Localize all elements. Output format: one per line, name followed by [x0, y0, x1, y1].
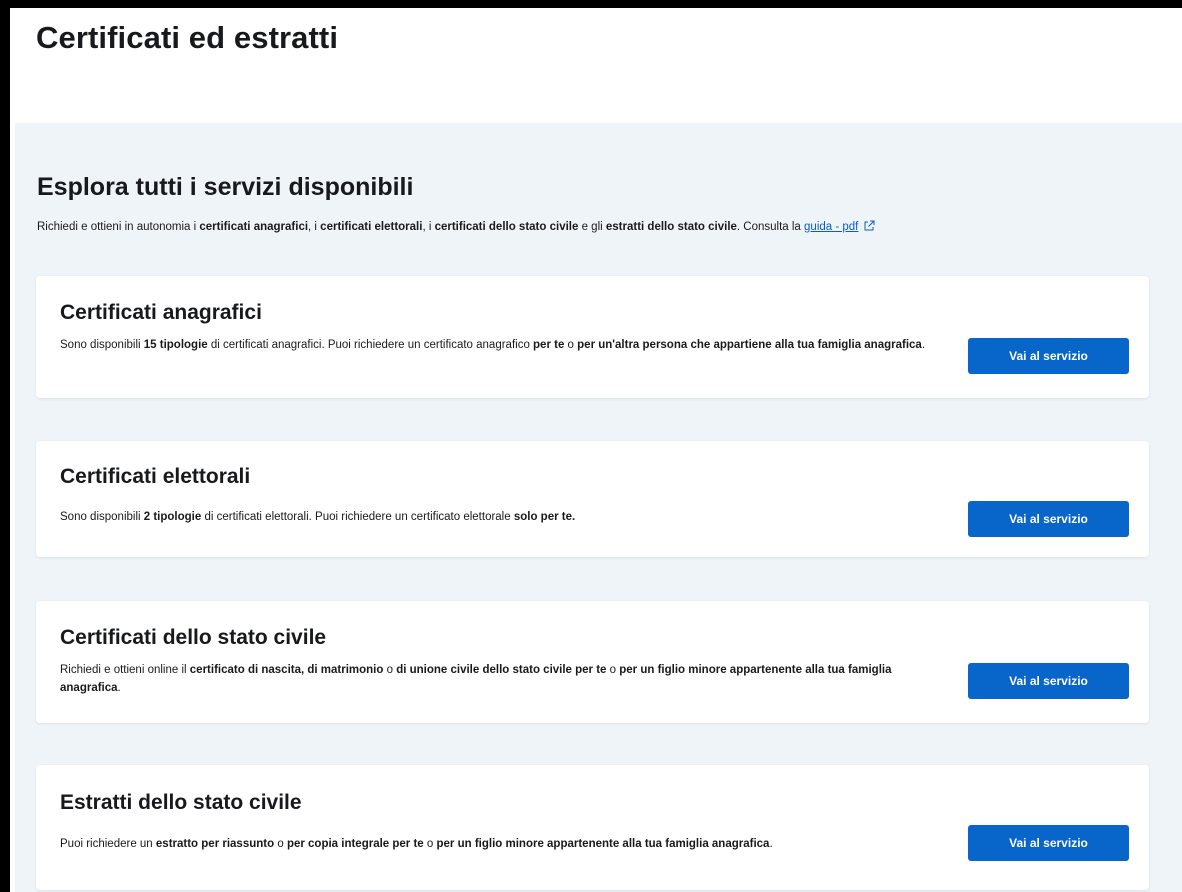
bold-text-segment: estratti dello stato civile [605, 221, 737, 233]
text-segment: di certificati anagrafici. Puoi richiede… [207, 339, 534, 351]
service-card-estratti: Estratti dello stato civile Puoi richied… [36, 765, 1149, 890]
text-segment: di certificati elettorali. Puoi richiede… [201, 511, 514, 523]
service-card-elettorali: Certificati elettorali Sono disponibili … [36, 441, 1149, 557]
go-to-service-button[interactable]: Vai al servizio [968, 825, 1129, 861]
intro-segments: Richiedi e ottieni in autonomia i certif… [37, 221, 804, 233]
section-title: Esplora tutti i servizi disponibili [37, 173, 414, 201]
guide-link[interactable]: guida - pdf [804, 221, 858, 233]
bold-text-segment: estratto per riassunto [155, 838, 275, 850]
service-card-title: Certificati elettorali [60, 465, 251, 488]
text-segment: Puoi richiedere un [60, 838, 156, 850]
bold-text-segment: 15 tipologie [143, 339, 208, 351]
text-segment: o [383, 664, 397, 676]
external-link-icon[interactable] [863, 220, 875, 235]
text-segment: o [274, 838, 287, 850]
description-segments: Sono disponibili 2 tipologie di certific… [60, 511, 575, 523]
bold-text-segment: di unione civile dello stato civile per … [396, 664, 607, 676]
text-segment: Sono disponibili [60, 339, 144, 351]
text-segment: Richiedi e ottieni online il [60, 664, 190, 676]
text-segment: Sono disponibili [60, 511, 144, 523]
text-segment: o [564, 339, 578, 351]
bold-text-segment: certificati dello stato civile [434, 221, 579, 233]
description-segments: Puoi richiedere un estratto per riassunt… [60, 838, 773, 850]
service-card-title: Certificati anagrafici [60, 301, 262, 324]
text-segment: , i [422, 221, 435, 233]
page-frame: Certificati ed estratti Esplora tutti i … [10, 8, 1182, 892]
text-segment: , i [308, 221, 321, 233]
bold-text-segment: per un'altra persona che appartiene alla… [577, 339, 922, 351]
text-segment: e gli [578, 221, 606, 233]
text-segment: o [606, 664, 620, 676]
text-segment: . [921, 339, 926, 351]
bold-text-segment: solo per te. [513, 511, 576, 523]
service-card-description: Sono disponibili 2 tipologie di certific… [60, 508, 940, 526]
bold-text-segment: certificati anagrafici [199, 221, 309, 233]
text-segment: . [117, 682, 121, 694]
service-card-stato-civile: Certificati dello stato civile Richiedi … [36, 601, 1149, 723]
text-segment: o [423, 838, 437, 850]
page-title: Certificati ed estratti [36, 20, 339, 55]
services-section: Esplora tutti i servizi disponibili Rich… [15, 123, 1182, 892]
service-card-description: Sono disponibili 15 tipologie di certifi… [60, 336, 940, 354]
bold-text-segment: per un figlio minore appartenente alla t… [436, 838, 770, 850]
go-to-service-button[interactable]: Vai al servizio [968, 338, 1129, 374]
go-to-service-button[interactable]: Vai al servizio [968, 501, 1129, 537]
service-card-description: Puoi richiedere un estratto per riassunt… [60, 835, 940, 853]
intro-text: Richiedi e ottieni in autonomia i certif… [37, 220, 875, 235]
go-to-service-button[interactable]: Vai al servizio [968, 663, 1129, 699]
description-segments: Richiedi e ottieni online il certificato… [60, 664, 891, 694]
text-segment: . [769, 838, 773, 850]
bold-text-segment: per te [533, 339, 565, 351]
description-segments: Sono disponibili 15 tipologie di certifi… [60, 339, 925, 351]
bold-text-segment: 2 tipologie [143, 511, 202, 523]
text-segment: Richiedi e ottieni in autonomia i [37, 221, 200, 233]
service-card-description: Richiedi e ottieni online il certificato… [60, 661, 940, 697]
service-card-title: Certificati dello stato civile [60, 626, 327, 649]
bold-text-segment: per copia integrale per te [286, 838, 424, 850]
bold-text-segment: certificato di nascita, di matrimonio [189, 664, 384, 676]
bold-text-segment: certificati elettorali [320, 221, 423, 233]
service-card-anagrafici: Certificati anagrafici Sono disponibili … [36, 276, 1149, 398]
service-card-title: Estratti dello stato civile [60, 791, 302, 814]
text-segment: . Consulta la [736, 221, 805, 233]
